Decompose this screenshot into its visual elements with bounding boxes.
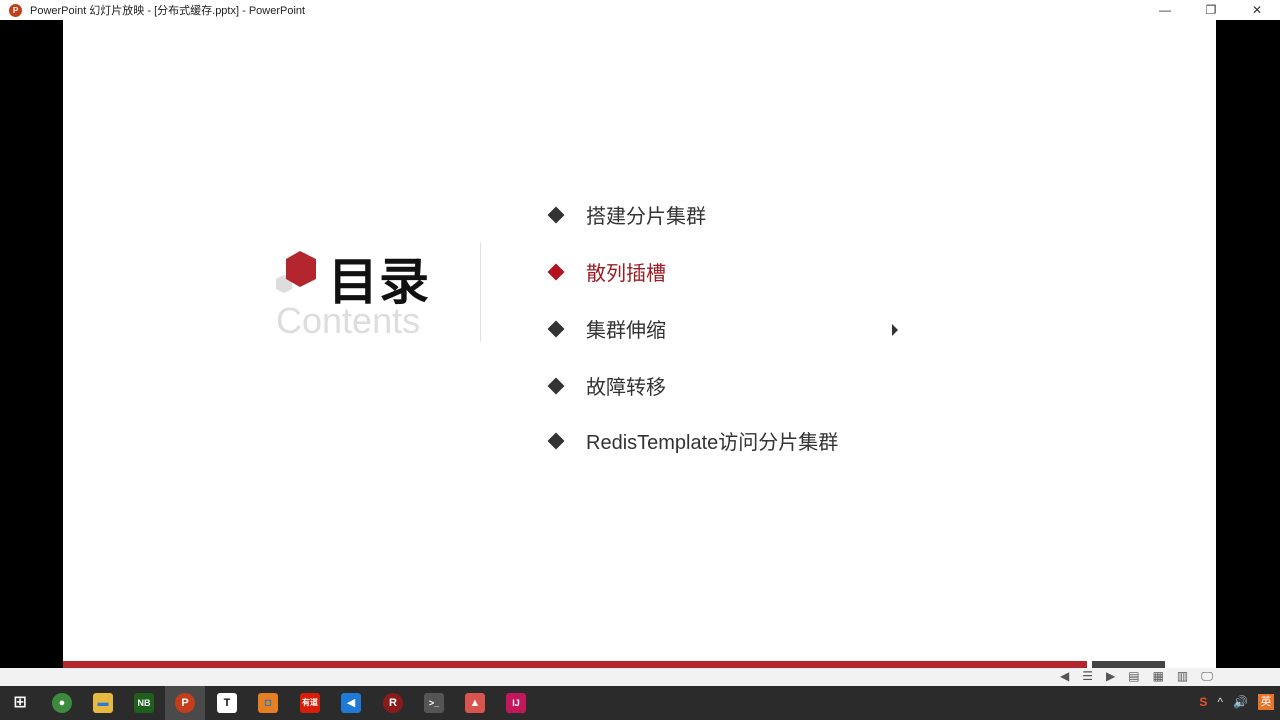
chevron-up-icon[interactable]: ^ [1217,695,1223,709]
powerpoint-icon: P [175,693,195,713]
restore-button[interactable]: ❐ [1188,0,1234,20]
toc-item: 集群伸缩 [547,314,666,343]
chrome-icon: ● [52,693,72,713]
vscode-icon: ◀ [341,693,361,713]
toc-item-active: 散列插槽 [547,257,666,286]
previous-slide-icon[interactable]: ◀ [1060,669,1069,684]
diamond-bullet-icon [547,320,565,337]
volume-icon[interactable]: 🔊 [1233,695,1248,709]
diamond-bullet-icon [547,432,565,449]
window-title: PowerPoint 幻灯片放映 - [分布式缓存.pptx] - PowerP… [30,5,306,17]
toc-item: 故障转移 [547,371,666,400]
terminal-icon: >_ [424,693,444,713]
notes-icon[interactable]: ☰ [1082,669,1093,684]
hexagon-logo-icon [276,251,316,293]
notebook-icon: NB [134,693,154,713]
footer-gray-bar [1092,661,1165,668]
next-slide-icon[interactable]: ▶ [1106,669,1115,684]
footer-red-bar [63,661,1087,668]
intellij-icon: IJ [506,693,526,713]
ime-indicator[interactable]: 英 [1258,694,1274,710]
youdao-icon: 有道 [300,693,320,713]
slide[interactable]: 目录 Contents 搭建分片集群 散列插槽 集群伸缩 故障转移 RedisT… [63,20,1216,668]
diamond-bullet-icon [547,377,565,394]
taskbar-file-explorer[interactable]: ▬ [83,686,123,720]
taskbar-vscode[interactable]: ◀ [331,686,371,720]
minimize-button[interactable]: — [1142,0,1188,20]
taskbar-terminal[interactable]: >_ [414,686,454,720]
system-tray: S ^ 🔊 英 [1199,694,1274,710]
taskbar-youdao[interactable]: 有道 [290,686,330,720]
taskbar-notebook[interactable]: NB [124,686,164,720]
app-icon: ▲ [465,693,485,713]
start-button[interactable]: ⊞ [0,686,40,720]
toc-item: RedisTemplate访问分片集群 [547,426,839,455]
diamond-bullet-icon [547,263,565,280]
toc-item: 搭建分片集群 [547,200,706,229]
taskbar-intellij[interactable]: IJ [496,686,536,720]
taskbar-typora[interactable]: T [207,686,247,720]
toc-item-label: 搭建分片集群 [586,206,706,228]
typora-icon: T [217,693,237,713]
outline-view-icon[interactable]: ▤ [1128,669,1139,684]
diamond-bullet-icon [547,206,565,223]
taskbar-redis-desktop[interactable]: R [373,686,413,720]
taskbar-chrome[interactable]: ● [42,686,82,720]
title-bar: P PowerPoint 幻灯片放映 - [分布式缓存.pptx] - Powe… [0,0,1280,20]
slide-sorter-icon[interactable]: ▦ [1153,669,1164,684]
taskbar-app[interactable]: ▲ [455,686,495,720]
toc-item-label: 故障转移 [586,377,666,399]
taskbar-virtualbox[interactable]: ◘ [248,686,288,720]
sogou-icon[interactable]: S [1199,695,1207,709]
divider [480,242,481,342]
taskbar-powerpoint[interactable]: P [165,686,205,720]
virtualbox-icon: ◘ [258,693,278,713]
taskbar: ⊞ ● ▬ NB P T ◘ 有道 ◀ R >_ ▲ IJ S ^ 🔊 英 [0,686,1280,720]
redis-icon: R [383,693,403,713]
windows-icon: ⊞ [13,694,27,711]
folder-icon: ▬ [93,693,113,713]
toc-item-label: 散列插槽 [586,263,666,285]
presenter-view-icon[interactable]: 🖵 [1201,669,1213,684]
close-button[interactable]: ✕ [1234,0,1280,20]
toc-item-label: 集群伸缩 [586,320,666,342]
slideshow-toolbar: ◀ ☰ ▶ ▤ ▦ ▥ 🖵 [0,668,1280,686]
slide-subtitle: Contents [276,300,421,341]
toc-item-label: RedisTemplate访问分片集群 [586,432,839,454]
reading-view-icon[interactable]: ▥ [1177,669,1188,684]
mouse-cursor-icon [892,324,898,336]
powerpoint-app-icon: P [9,3,22,17]
